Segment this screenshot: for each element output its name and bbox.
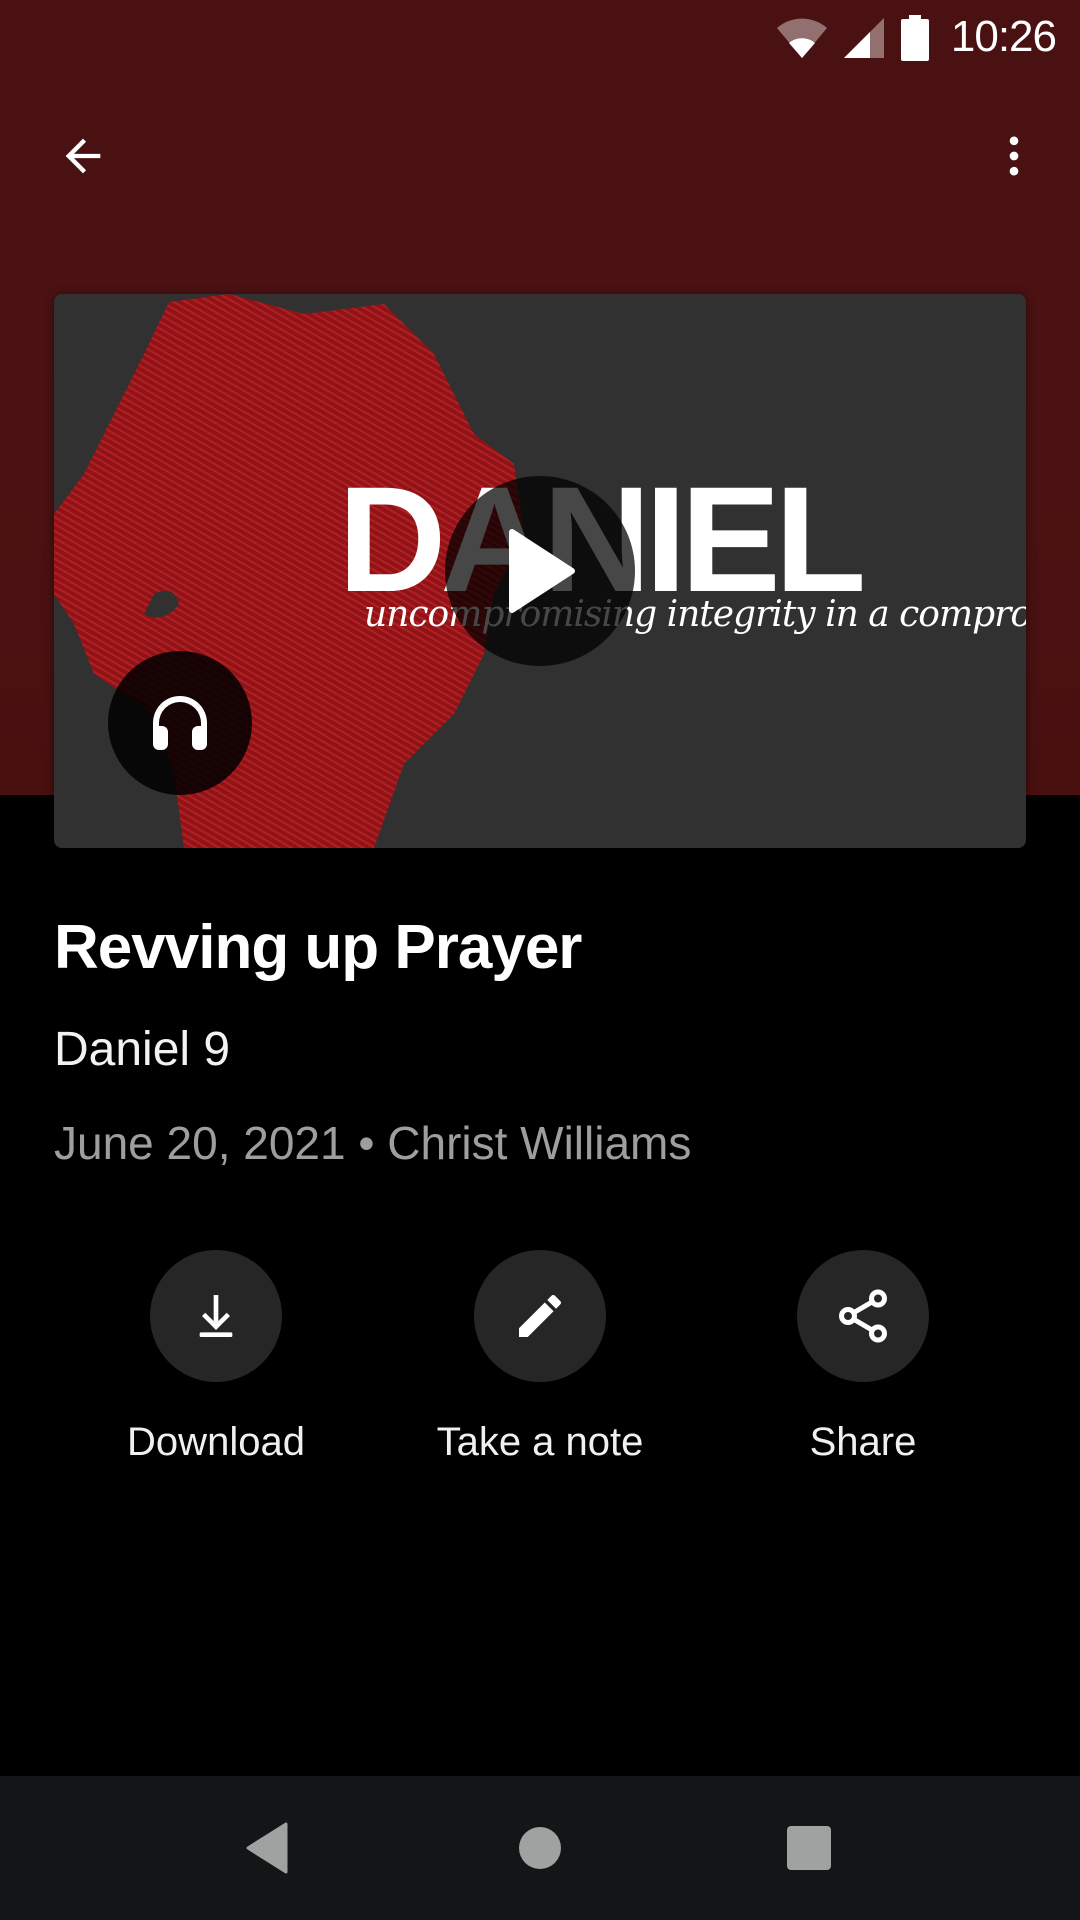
share-button[interactable]: Share — [713, 1250, 1013, 1465]
sermon-title: Revving up Prayer — [54, 913, 582, 982]
sermon-artwork[interactable]: DANIEL uncompromising integrity in a com… — [54, 294, 1026, 848]
play-button[interactable] — [445, 476, 635, 666]
download-button[interactable]: Download — [66, 1250, 366, 1465]
sermon-speaker: Christ Williams — [387, 1117, 692, 1169]
system-navigation-bar — [0, 1776, 1080, 1920]
headphones-icon — [153, 696, 207, 750]
battery-icon — [901, 15, 929, 61]
share-label: Share — [809, 1420, 917, 1464]
more-options-button[interactable] — [966, 108, 1062, 204]
toolbar — [0, 100, 1080, 212]
wifi-icon — [777, 18, 827, 58]
status-bar: 10:26 — [0, 0, 1080, 75]
pencil-icon — [519, 1294, 562, 1337]
share-icon — [839, 1289, 887, 1343]
status-icons — [776, 14, 930, 62]
nav-home-icon — [519, 1827, 561, 1869]
meta-separator: • — [358, 1117, 375, 1169]
take-note-label: Take a note — [436, 1420, 644, 1464]
nav-back-icon — [246, 1822, 288, 1874]
take-note-button[interactable]: Take a note — [390, 1250, 690, 1465]
download-label: Download — [127, 1420, 305, 1464]
sermon-passage: Daniel 9 — [54, 1023, 231, 1076]
sermon-date: June 20, 2021 — [54, 1117, 346, 1169]
take-note-circle — [474, 1250, 606, 1382]
cellular-signal-icon — [844, 18, 884, 58]
nav-recents-icon — [787, 1826, 831, 1870]
arrow-back-icon — [65, 138, 101, 174]
more-vert-icon — [1009, 136, 1019, 176]
sermon-meta: June 20, 2021 • Christ Williams — [54, 1116, 691, 1170]
share-circle — [797, 1250, 929, 1382]
nav-recents-button[interactable] — [759, 1798, 859, 1898]
audio-mode-button[interactable] — [108, 651, 252, 795]
download-icon — [199, 1295, 233, 1337]
status-time: 10:26 — [950, 12, 1057, 61]
play-icon — [509, 529, 575, 613]
download-circle — [150, 1250, 282, 1382]
nav-back-button[interactable] — [218, 1798, 318, 1898]
back-button[interactable] — [35, 108, 131, 204]
nav-home-button[interactable] — [490, 1798, 590, 1898]
